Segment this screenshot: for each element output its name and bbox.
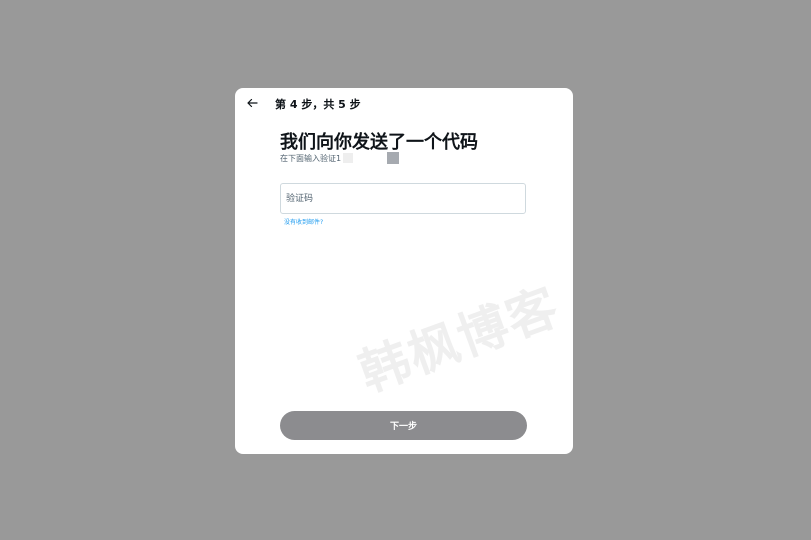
verification-dialog: 第 4 步，共 5 步 我们向你发送了一个代码 在下面输入验证1 没有收到邮件?… [235,88,573,454]
dialog-header: 第 4 步，共 5 步 [235,88,573,118]
resend-email-link[interactable]: 没有收到邮件? [284,217,323,226]
redacted-email-block [387,152,399,164]
step-indicator: 第 4 步，共 5 步 [275,98,361,111]
next-button[interactable]: 下一步 [280,411,527,440]
arrow-left-icon [247,98,258,108]
redacted-email-block [343,153,353,163]
back-button[interactable] [243,94,261,112]
verification-code-input[interactable] [286,184,516,213]
verification-code-field [280,183,526,214]
page-title: 我们向你发送了一个代码 [280,132,478,153]
modal-backdrop: 第 4 步，共 5 步 我们向你发送了一个代码 在下面输入验证1 没有收到邮件?… [0,0,811,540]
page-subtitle: 在下面输入验证1 [280,154,342,163]
